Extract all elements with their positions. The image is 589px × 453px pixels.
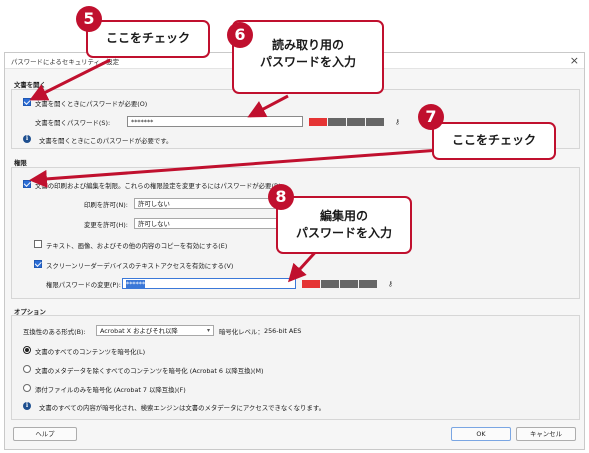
key-icon: ⚷ xyxy=(394,118,401,126)
open-info-text: 文書を開くときにこのパスワードが必要です。 xyxy=(39,137,173,145)
callout-5-text: ここをチェック xyxy=(105,31,190,45)
permissions-password-label: 権限パスワードの変更(P): xyxy=(46,281,121,289)
enable-copy-checkbox[interactable] xyxy=(34,240,42,248)
restrict-permissions-label: 文書の印刷および編集を制限。これらの権限設定を変更するにはパスワードが必要(R) xyxy=(35,182,281,190)
open-password-strength-meter xyxy=(309,118,384,126)
print-permission-value: 許可しない xyxy=(138,200,170,208)
badge-5: 5 xyxy=(76,6,102,32)
strength-segment-1 xyxy=(302,280,320,288)
change-permission-value: 許可しない xyxy=(138,220,170,228)
callout-8-line2: パスワードを入力 xyxy=(295,226,392,240)
badge-7: 7 xyxy=(418,104,444,130)
info-icon: i xyxy=(23,402,31,410)
callout-7: ここをチェック xyxy=(432,122,556,160)
callout-8: 編集用の パスワードを入力 xyxy=(276,196,412,254)
encrypt-except-metadata-label: 文書のメタデータを除くすべてのコンテンツを暗号化 (Acrobat 6 以降互換… xyxy=(35,367,264,375)
strength-segment-3 xyxy=(347,118,365,126)
compatibility-value: Acrobat X およびそれ以降 xyxy=(100,327,178,335)
strength-segment-2 xyxy=(328,118,346,126)
dialog-title: パスワードによるセキュリティ - 設定 xyxy=(11,58,120,66)
callout-6-line2: パスワードを入力 xyxy=(259,55,356,69)
open-password-value: ******* xyxy=(131,118,154,126)
permissions-password-strength-meter xyxy=(302,280,377,288)
encrypt-all-label: 文書のすべてのコンテンツを暗号化(L) xyxy=(35,348,146,356)
permissions-password-value: ****** xyxy=(126,280,146,288)
open-password-label: 文書を開くパスワード(S): xyxy=(35,119,111,127)
strength-segment-2 xyxy=(321,280,339,288)
restrict-permissions-checkbox[interactable] xyxy=(23,180,31,188)
print-permission-label: 印刷を許可(N): xyxy=(84,201,128,209)
permissions-password-field[interactable]: ****** xyxy=(122,278,296,289)
strength-segment-4 xyxy=(359,280,377,288)
key-icon: ⚷ xyxy=(387,280,394,288)
info-icon: i xyxy=(23,135,31,143)
options-section: 互換性のある形式(B): Acrobat X およびそれ以降 ▾ 暗号化レベル：… xyxy=(11,315,580,420)
compatibility-label: 互換性のある形式(B): xyxy=(23,328,86,336)
cancel-button[interactable]: キャンセル xyxy=(516,427,576,441)
encryption-level-label: 暗号化レベル： xyxy=(219,328,264,336)
badge-6: 6 xyxy=(227,22,253,48)
encrypt-all-radio[interactable] xyxy=(23,346,31,354)
callout-6-line1: 読み取り用の xyxy=(271,38,344,52)
encrypt-attachments-label: 添付ファイルのみを暗号化 (Acrobat 7 以降互換)(F) xyxy=(35,386,186,394)
callout-5: ここをチェック xyxy=(86,20,210,58)
ok-button[interactable]: OK xyxy=(451,427,511,441)
close-icon[interactable]: × xyxy=(570,54,579,67)
badge-8: 8 xyxy=(268,184,294,210)
callout-8-line1: 編集用の xyxy=(319,209,368,223)
require-open-password-label: 文書を開くときにパスワードが必要(O) xyxy=(35,100,148,108)
encryption-level-value: 256-bit AES xyxy=(264,327,302,335)
callout-7-text: ここをチェック xyxy=(451,133,536,147)
callout-6: 読み取り用の パスワードを入力 xyxy=(232,20,384,94)
compatibility-select[interactable]: Acrobat X およびそれ以降 ▾ xyxy=(96,325,214,336)
strength-segment-4 xyxy=(366,118,384,126)
screen-reader-access-checkbox[interactable] xyxy=(34,260,42,268)
permissions-section-title: 権限 xyxy=(14,159,27,167)
open-section-title: 文書を開く xyxy=(14,81,46,89)
enable-copy-label: テキスト、画像、およびその他の内容のコピーを有効にする(E) xyxy=(46,242,228,250)
require-open-password-checkbox[interactable] xyxy=(23,98,31,106)
options-info-text: 文書のすべての内容が暗号化され、検索エンジンは文書のメタデータにアクセスできなく… xyxy=(39,404,325,412)
encrypt-except-metadata-radio[interactable] xyxy=(23,365,31,373)
strength-segment-1 xyxy=(309,118,327,126)
help-button[interactable]: ヘルプ xyxy=(13,427,77,441)
open-password-field[interactable]: ******* xyxy=(127,116,303,127)
chevron-down-icon: ▾ xyxy=(206,327,210,334)
strength-segment-3 xyxy=(340,280,358,288)
screen-reader-access-label: スクリーンリーダーデバイスのテキストアクセスを有効にする(V) xyxy=(46,262,234,270)
change-permission-label: 変更を許可(H): xyxy=(84,221,128,229)
encrypt-attachments-radio[interactable] xyxy=(23,384,31,392)
